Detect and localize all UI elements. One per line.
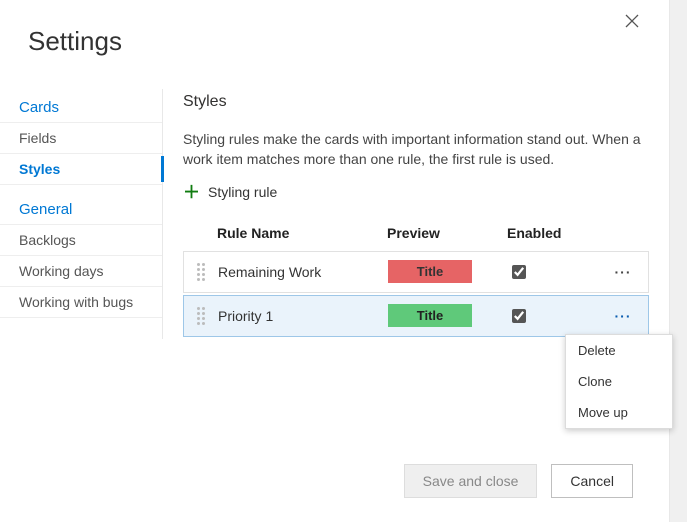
add-rule-label: Styling rule <box>208 184 277 200</box>
rules-table: Rule Name Preview Enabled Remaining Work… <box>183 219 649 337</box>
col-enabled: Enabled <box>507 225 597 241</box>
menu-item-delete[interactable]: Delete <box>566 335 672 366</box>
rule-enabled-cell <box>508 262 598 282</box>
rule-preview: Title <box>388 260 508 283</box>
save-and-close-button[interactable]: Save and close <box>404 464 538 498</box>
menu-item-move-up[interactable]: Move up <box>566 397 672 428</box>
close-icon <box>625 14 639 28</box>
section-title: Styles <box>183 93 649 111</box>
section-description: Styling rules make the cards with import… <box>183 129 649 170</box>
row-actions-button[interactable]: ··· <box>598 264 648 280</box>
add-styling-rule-button[interactable]: ＋ Styling rule <box>183 184 277 201</box>
rule-preview: Title <box>388 304 508 327</box>
sidebar-group-cards: Cards <box>0 93 162 123</box>
rule-row[interactable]: Priority 1 Title ··· <box>183 295 649 337</box>
enabled-checkbox[interactable] <box>512 265 526 279</box>
plus-icon: ＋ <box>183 184 200 201</box>
drag-handle-icon[interactable] <box>184 307 218 325</box>
rule-enabled-cell <box>508 306 598 326</box>
row-context-menu: Delete Clone Move up <box>565 334 673 429</box>
rule-name: Priority 1 <box>218 308 388 324</box>
sidebar-item-working-with-bugs[interactable]: Working with bugs <box>0 287 162 318</box>
rule-row[interactable]: Remaining Work Title ··· <box>183 251 649 293</box>
menu-item-clone[interactable]: Clone <box>566 366 672 397</box>
col-preview: Preview <box>387 225 507 241</box>
col-rule-name: Rule Name <box>217 225 387 241</box>
row-actions-button[interactable]: ··· <box>598 308 648 324</box>
dialog-title: Settings <box>0 0 669 57</box>
close-button[interactable] <box>625 14 643 32</box>
rules-header-row: Rule Name Preview Enabled <box>183 219 649 251</box>
preview-chip: Title <box>388 260 472 283</box>
sidebar-item-fields[interactable]: Fields <box>0 123 162 154</box>
main-panel: Styles Styling rules make the cards with… <box>163 89 673 339</box>
settings-dialog: Settings Cards Fields Styles General Bac… <box>0 0 670 522</box>
sidebar-item-styles[interactable]: Styles <box>0 154 162 185</box>
sidebar-item-backlogs[interactable]: Backlogs <box>0 225 162 256</box>
cancel-button[interactable]: Cancel <box>551 464 633 498</box>
rule-name: Remaining Work <box>218 264 388 280</box>
enabled-checkbox[interactable] <box>512 309 526 323</box>
sidebar: Cards Fields Styles General Backlogs Wor… <box>0 89 163 339</box>
preview-chip: Title <box>388 304 472 327</box>
dialog-footer: Save and close Cancel <box>404 464 633 498</box>
sidebar-item-working-days[interactable]: Working days <box>0 256 162 287</box>
drag-handle-icon[interactable] <box>184 263 218 281</box>
sidebar-group-general: General <box>0 195 162 225</box>
